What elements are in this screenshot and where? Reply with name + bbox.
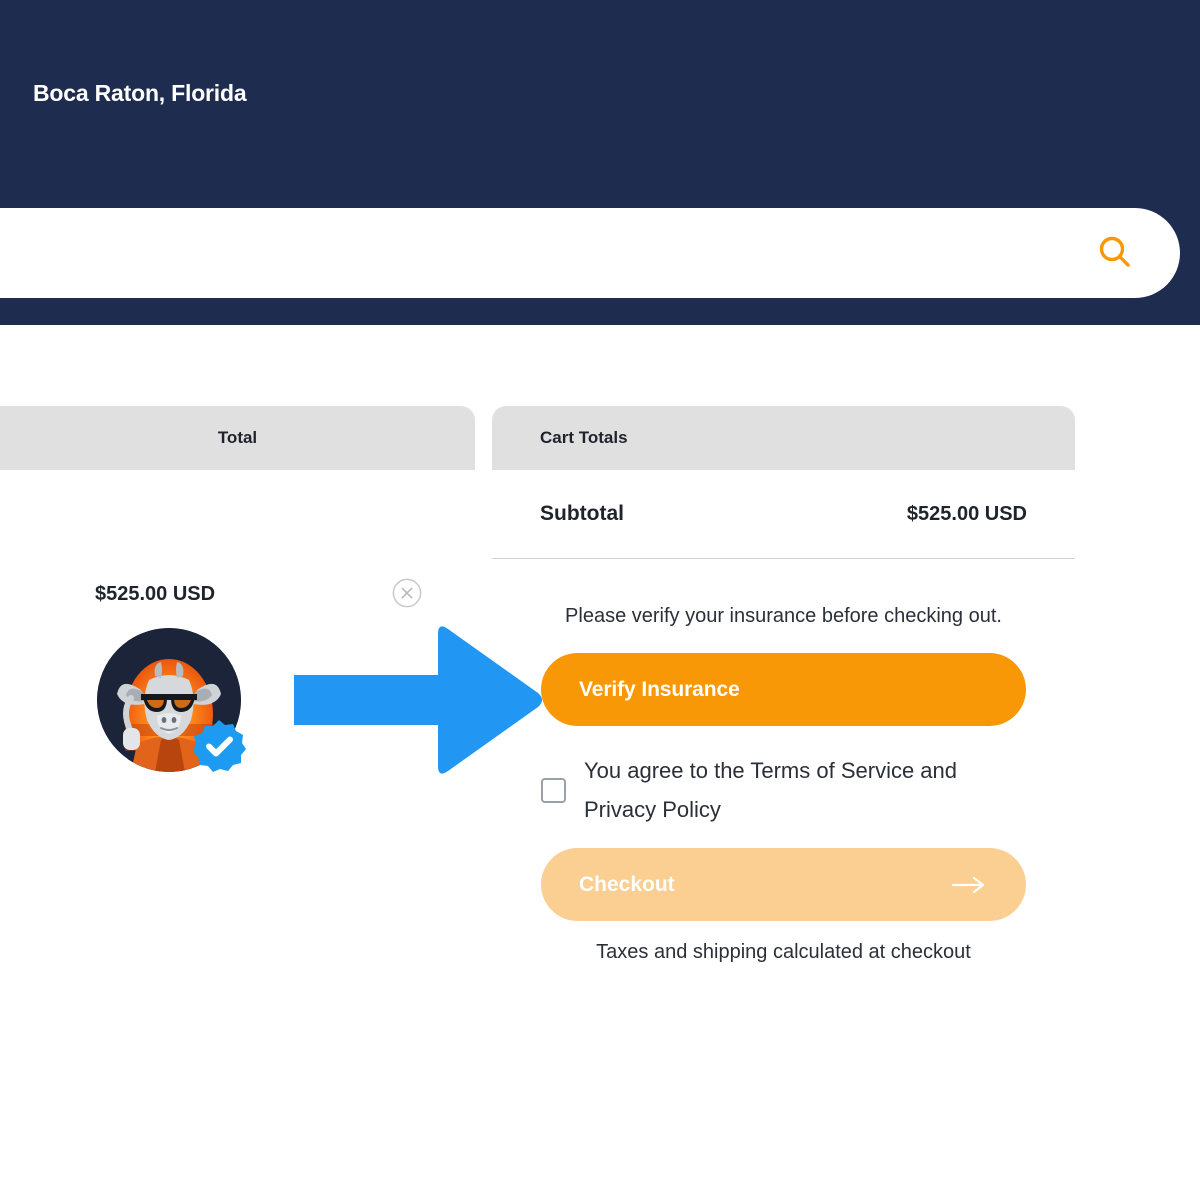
search-icon <box>1096 233 1134 274</box>
page-title: Boca Raton, Florida <box>33 80 247 106</box>
pointer-arrow-right <box>288 620 546 780</box>
page-root: Boca Raton, Florida Total $525.00 USD Ca… <box>0 0 1200 1200</box>
search-bar[interactable] <box>0 208 1180 298</box>
cart-totals-panel-header: Cart Totals <box>492 406 1075 470</box>
verify-insurance-button[interactable]: Verify Insurance <box>541 653 1026 726</box>
subtotal-value: $525.00 USD <box>906 502 1027 525</box>
checkout-button[interactable]: Checkout <box>541 848 1026 921</box>
line-item-price: $525.00 USD <box>95 583 216 605</box>
verified-check-icon <box>191 718 247 774</box>
cart-totals-title: Cart Totals <box>540 428 628 447</box>
avatar <box>97 628 246 772</box>
terms-checkbox[interactable] <box>541 778 566 803</box>
divider <box>492 558 1075 559</box>
arrow-right-icon <box>952 875 986 895</box>
subtotal-row: Subtotal $525.00 USD <box>492 470 1075 558</box>
checkout-button-label: Checkout <box>579 872 675 896</box>
checkout-helper-text: Taxes and shipping calculated at checkou… <box>596 941 971 963</box>
column-header-total: Total <box>217 428 258 447</box>
cart-items-panel-header: Total <box>0 406 475 470</box>
search-button[interactable] <box>1088 208 1180 298</box>
search-input[interactable] <box>0 208 1088 298</box>
terms-agreement-row[interactable]: You agree to the Terms of Service and Pr… <box>541 752 1041 829</box>
subtotal-label: Subtotal <box>540 502 624 525</box>
insurance-notice-text: Please verify your insurance before chec… <box>565 605 1002 627</box>
terms-label: You agree to the Terms of Service and Pr… <box>584 758 958 822</box>
close-circle-icon[interactable] <box>392 578 422 608</box>
